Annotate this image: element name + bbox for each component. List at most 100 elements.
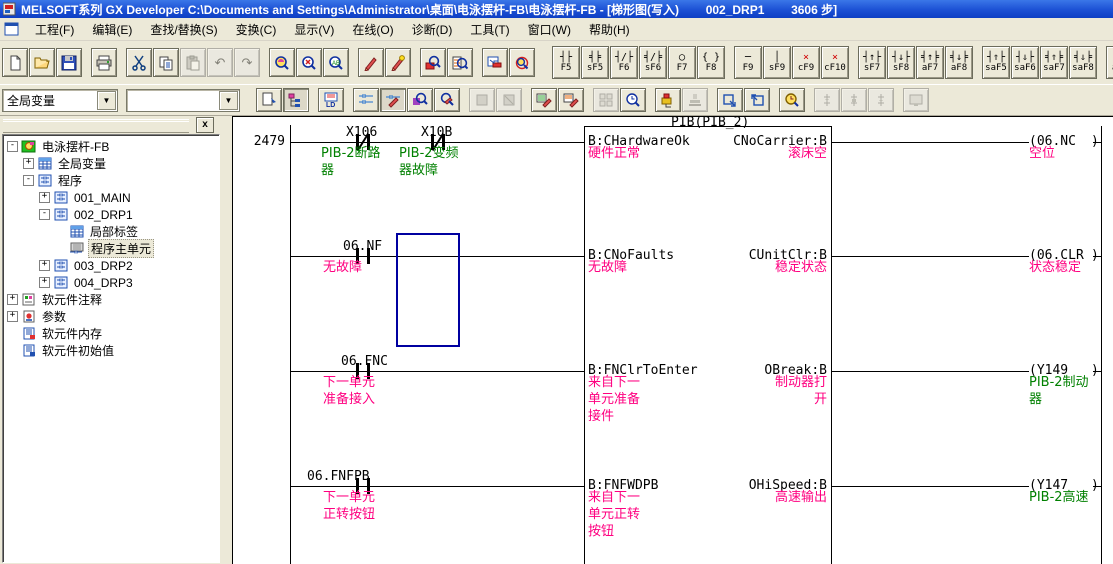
replace-device-button[interactable] [358, 48, 384, 77]
comment-edit-button[interactable] [531, 88, 557, 112]
tree-item-program-main-unit[interactable]: 程序主单元 [5, 240, 219, 257]
note-edit-button[interactable] [593, 88, 619, 112]
tree-item-device-initial-value[interactable]: 软元件初始值 [5, 342, 219, 359]
tree-item-001-main[interactable]: + 001_MAIN [5, 189, 219, 206]
project-data-copy-button[interactable] [482, 48, 508, 77]
trace-button[interactable] [655, 88, 681, 112]
ladder-open-branch-button[interactable]: ╡╞sF5 [581, 46, 609, 79]
dock-close-button[interactable]: x [196, 117, 214, 133]
menu-online[interactable]: 在线(O) [343, 18, 402, 41]
ladder-falling-branch-ne-button[interactable]: ╡⇓╞saF8 [1069, 46, 1097, 79]
label-combo-arrow-icon[interactable]: ▼ [219, 91, 238, 110]
time-chart-button[interactable] [779, 88, 805, 112]
ladder-rising-pulse-button[interactable]: ┤↑├sF7 [858, 46, 886, 79]
device-test-1-button[interactable] [469, 88, 495, 112]
sampling-stamp-button[interactable] [682, 88, 708, 112]
menu-view[interactable]: 显示(V) [285, 18, 343, 41]
ladder-falling-pulse-ne-button[interactable]: ┤⇓├saF6 [1011, 46, 1039, 79]
ladder-instruction-button[interactable]: { }F8 [697, 46, 725, 79]
ladder-symbol-mode-button[interactable] [353, 88, 379, 112]
ladder-invert-rising-button[interactable]: ↑aF5 [1106, 46, 1113, 79]
tree-item-002-drp1[interactable]: - 002_DRP1 [5, 206, 219, 223]
replace-string-button[interactable] [385, 48, 411, 77]
ladder-rising-pulse-ne-button[interactable]: ┤⇑├saF5 [982, 46, 1010, 79]
ladder-closed-contact-button[interactable]: ┤/├F6 [610, 46, 638, 79]
tree-item-004-drp3[interactable]: + 004_DRP3 [5, 274, 219, 291]
ladder-coil-button[interactable]: ◯F7 [668, 46, 696, 79]
step-execution-2-button[interactable] [841, 88, 867, 112]
ladder-rising-branch-ne-button[interactable]: ╡⇑╞saF7 [1040, 46, 1068, 79]
find-button[interactable] [269, 48, 295, 77]
contact-device-label[interactable]: 06.NF [343, 239, 382, 254]
save-button[interactable] [56, 48, 82, 77]
contact-device-label[interactable]: X10B [421, 125, 452, 140]
new-button[interactable] [2, 48, 28, 77]
find-circuit-button[interactable] [509, 48, 535, 77]
menu-tools[interactable]: 工具(T) [461, 18, 518, 41]
menu-window[interactable]: 窗口(W) [519, 18, 580, 41]
expander-icon[interactable]: - [7, 141, 18, 152]
menu-project[interactable]: 工程(F) [26, 18, 83, 41]
menu-edit[interactable]: 编辑(E) [83, 18, 141, 41]
window-previous-button[interactable] [717, 88, 743, 112]
program-check-button[interactable] [620, 88, 646, 112]
find-device-button[interactable] [296, 48, 322, 77]
tree-item-device-memory[interactable]: 软元件内存 [5, 325, 219, 342]
ladder-falling-pulse-button[interactable]: ┤↓├sF8 [887, 46, 915, 79]
expander-icon[interactable]: + [39, 277, 50, 288]
cut-button[interactable] [126, 48, 152, 77]
tree-item-global-vars[interactable]: + 全局变量 [5, 155, 219, 172]
ladder-vline-button[interactable]: │sF9 [763, 46, 791, 79]
statement-edit-button[interactable]: ; [558, 88, 584, 112]
open-button[interactable] [29, 48, 55, 77]
list-of-used-device-button[interactable] [447, 48, 473, 77]
contact-device-label[interactable]: 06.FNC [341, 354, 388, 369]
tree-item-local-labels[interactable]: 局部标签 [5, 223, 219, 240]
write-mode-button[interactable] [380, 88, 406, 112]
ladder-hline-button[interactable]: ─F9 [734, 46, 762, 79]
ladder-editor[interactable]: PIB(PIB_2) 2479 X106 X10B PIB-2断路器 PIB-2… [232, 116, 1113, 564]
monitor-mode-button[interactable] [407, 88, 433, 112]
edit-cursor[interactable] [396, 233, 460, 347]
expander-icon[interactable]: - [23, 175, 34, 186]
expander-icon[interactable]: + [39, 260, 50, 271]
macro-ladder-button[interactable]: LD [318, 88, 344, 112]
tree-item-program[interactable]: - 程序 [5, 172, 219, 189]
ladder-falling-branch-button[interactable]: ╡↓╞aF8 [945, 46, 973, 79]
expander-icon[interactable]: + [7, 311, 18, 322]
contact-device-label[interactable]: X106 [346, 125, 377, 140]
ladder-hline-delete-button[interactable]: ×cF9 [792, 46, 820, 79]
project-tree-toggle-button[interactable] [283, 88, 309, 112]
ladder-open-contact-button[interactable]: ┤├F5 [552, 46, 580, 79]
tree-item-003-drp2[interactable]: + 003_DRP2 [5, 257, 219, 274]
menu-find-replace[interactable]: 查找/替换(S) [141, 18, 226, 41]
menu-help[interactable]: 帮助(H) [580, 18, 639, 41]
expander-icon[interactable]: + [7, 294, 18, 305]
mdi-child-icon[interactable] [4, 22, 20, 37]
expander-icon[interactable]: - [39, 209, 50, 220]
label-combo[interactable]: ▼ [126, 89, 240, 112]
expander-icon[interactable]: + [39, 192, 50, 203]
copy-button[interactable] [153, 48, 179, 77]
tree-item-parameter[interactable]: + 参数 [5, 308, 219, 325]
tree-item-project-root[interactable]: - 电泳摆杆-FB [5, 138, 219, 155]
redo-button[interactable]: ↷ [234, 48, 260, 77]
expander-icon[interactable]: + [23, 158, 34, 169]
menu-convert[interactable]: 变换(C) [227, 18, 286, 41]
remote-monitor-button[interactable] [903, 88, 929, 112]
find-string-button[interactable]: AB [323, 48, 349, 77]
menu-diagnostics[interactable]: 诊断(D) [403, 18, 462, 41]
comment-display-button[interactable] [256, 88, 282, 112]
paste-button[interactable] [180, 48, 206, 77]
tree-item-device-comment[interactable]: + 软元件注释 [5, 291, 219, 308]
dock-grip[interactable] [3, 119, 189, 135]
monitor-write-mode-button[interactable] [434, 88, 460, 112]
scope-combo-arrow-icon[interactable]: ▼ [97, 91, 116, 110]
ladder-vline-delete-button[interactable]: ×cF10 [821, 46, 849, 79]
ladder-closed-branch-button[interactable]: ╡/╞sF6 [639, 46, 667, 79]
device-test-2-button[interactable] [496, 88, 522, 112]
step-execution-3-button[interactable] [868, 88, 894, 112]
print-button[interactable] [91, 48, 117, 77]
undo-button[interactable]: ↶ [207, 48, 233, 77]
ladder-rising-branch-button[interactable]: ╡↑╞aF7 [916, 46, 944, 79]
